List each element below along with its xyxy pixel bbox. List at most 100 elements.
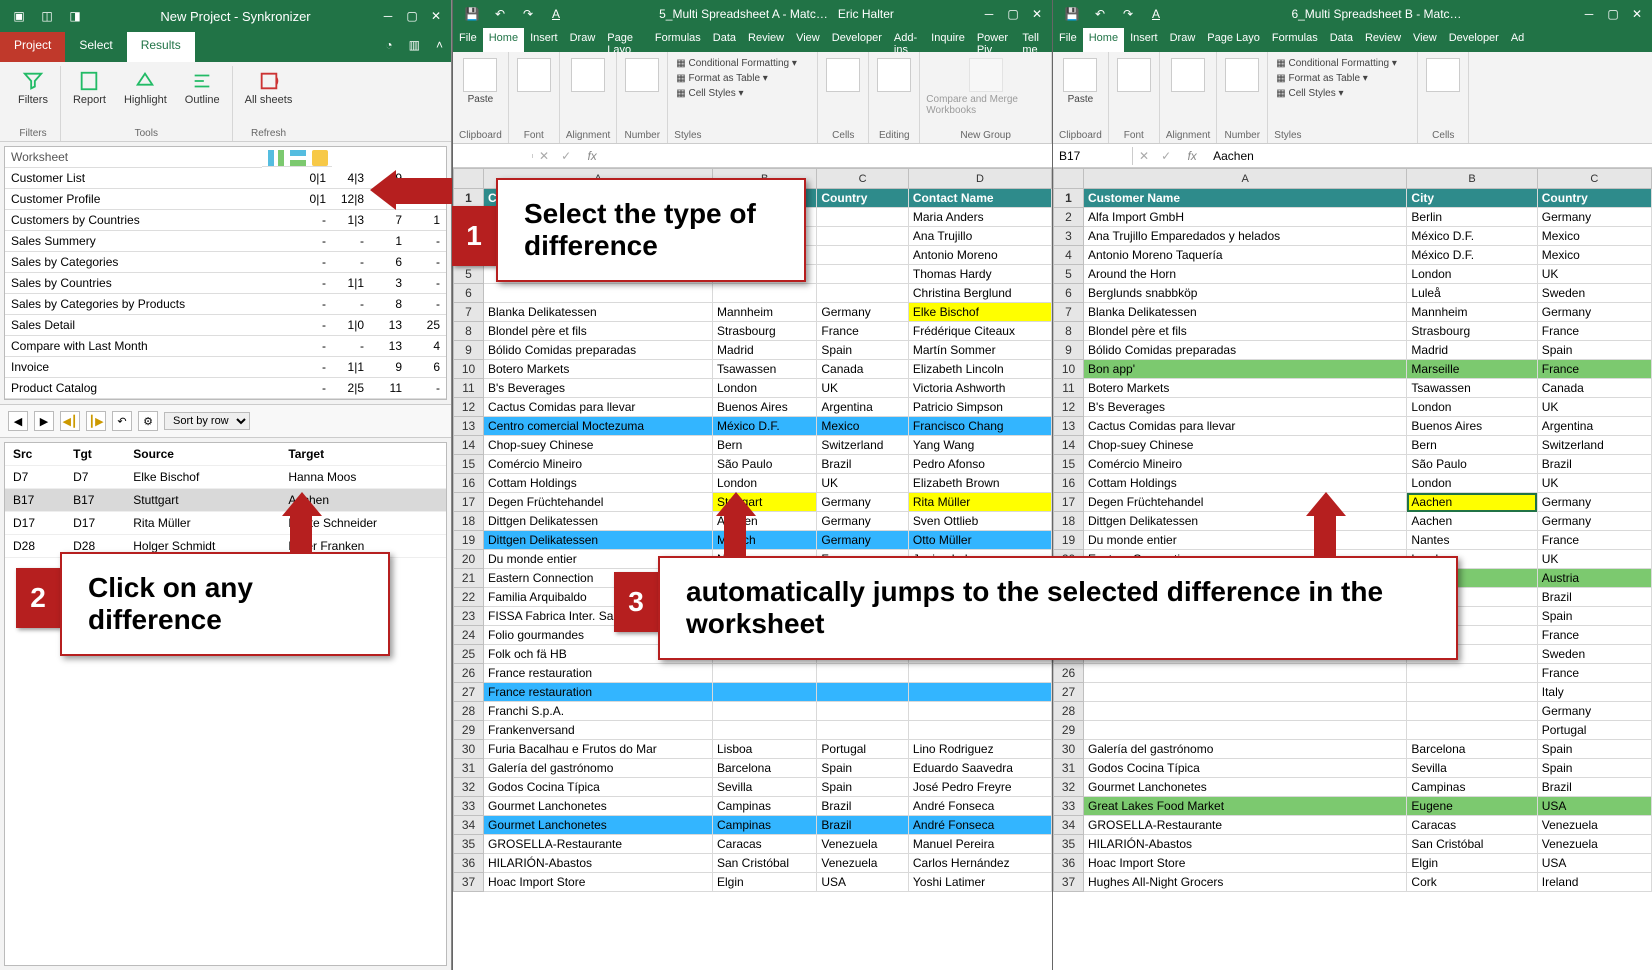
cell[interactable]: Cactus Comidas para llevar [484,398,713,417]
cell[interactable]: Brazil [817,797,909,816]
row-header[interactable]: 32 [1054,778,1084,797]
jump-left-button[interactable]: ◀┃ [60,411,80,431]
name-box[interactable]: B17 [1053,147,1133,165]
cell[interactable]: Thomas Hardy [908,265,1051,284]
name-box[interactable] [453,154,533,158]
cell[interactable]: México D.F. [712,417,816,436]
ribbon-tab-inquire[interactable]: Inquire [925,28,971,52]
cell[interactable]: Argentina [817,398,909,417]
row-header[interactable]: 34 [1054,816,1084,835]
cell[interactable]: Venezuela [1537,816,1651,835]
cell[interactable]: Germany [817,493,909,512]
cell[interactable]: France [1537,664,1651,683]
cell[interactable]: Galería del gastrónomo [484,759,713,778]
cell[interactable] [1084,664,1407,683]
row-header[interactable]: 28 [454,702,484,721]
cell[interactable] [484,284,713,303]
row-header[interactable]: 3 [1054,227,1084,246]
ribbon-tab-view[interactable]: View [1407,28,1443,52]
cell[interactable]: Tsawassen [1407,379,1537,398]
cell[interactable]: Elizabeth Lincoln [908,360,1051,379]
cell[interactable]: José Pedro Freyre [908,778,1051,797]
row-header[interactable]: 23 [454,607,484,626]
cell[interactable]: Antonio Moreno Taquería [1084,246,1407,265]
cancel-icon[interactable]: ✕ [1133,149,1155,163]
cell[interactable]: Around the Horn [1084,265,1407,284]
cell[interactable]: André Fonseca [908,816,1051,835]
cells-diff-icon[interactable] [312,150,328,166]
highlight-button[interactable]: Highlight [120,68,171,108]
minimize-icon[interactable]: ─ [377,5,399,27]
cell[interactable]: Luleå [1407,284,1537,303]
cell[interactable]: Mexico [1537,227,1651,246]
row-header[interactable]: 10 [454,360,484,379]
cell[interactable]: Venezuela [817,835,909,854]
row-header[interactable]: 5 [454,265,484,284]
cell[interactable]: Caracas [1407,816,1537,835]
row-header[interactable]: 34 [454,816,484,835]
diff-row[interactable]: D17D17Rita MüllerBeate Schneider [5,512,446,535]
cell[interactable]: Eduardo Saavedra [908,759,1051,778]
row-header[interactable]: 17 [454,493,484,512]
cell[interactable]: B's Beverages [1084,398,1407,417]
cell[interactable]: Germany [817,303,909,322]
cell[interactable]: Galería del gastrónomo [1084,740,1407,759]
row-header[interactable]: 37 [1054,873,1084,892]
cell[interactable] [908,683,1051,702]
col-header[interactable] [1054,169,1084,189]
cell[interactable] [817,702,909,721]
row-header[interactable]: 12 [454,398,484,417]
cell[interactable] [1407,664,1537,683]
cell[interactable]: Christina Berglund [908,284,1051,303]
cell[interactable]: Venezuela [1537,835,1651,854]
cell[interactable]: Campinas [712,797,816,816]
undo-button[interactable]: ↶ [112,411,132,431]
cell[interactable]: Buenos Aires [1407,417,1537,436]
cell[interactable]: Du monde entier [1084,531,1407,550]
cell[interactable]: Martín Sommer [908,341,1051,360]
cell[interactable]: France [1537,626,1651,645]
paste-button[interactable] [463,58,497,92]
row-header[interactable]: 36 [454,854,484,873]
ws-row[interactable]: Sales Detail-1|01325 [5,315,446,336]
minimize-icon[interactable]: ─ [1578,3,1600,25]
cell[interactable]: Elke Bischof [908,303,1051,322]
ribbon-tab-review[interactable]: Review [742,28,790,52]
outline-button[interactable]: Outline [181,68,224,108]
ws-row[interactable]: Invoice-1|196 [5,357,446,378]
cell[interactable]: Germany [1537,208,1651,227]
fx-icon[interactable]: fx [1177,149,1207,163]
cell[interactable]: Cactus Comidas para llevar [1084,417,1407,436]
cell[interactable]: Spain [817,778,909,797]
ribbon-tab-tell me[interactable]: Tell me [1016,28,1052,52]
cell[interactable]: GROSELLA-Restaurante [484,835,713,854]
cell[interactable]: Brazil [1537,588,1651,607]
ribbon-tab-formulas[interactable]: Formulas [1266,28,1324,52]
cell[interactable]: Chop-suey Chinese [484,436,713,455]
row-header[interactable]: 27 [1054,683,1084,702]
row-header[interactable]: 30 [454,740,484,759]
cell[interactable]: Botero Markets [1084,379,1407,398]
cell[interactable]: Campinas [712,816,816,835]
ribbon-tab-file[interactable]: File [1053,28,1083,52]
col-header[interactable]: A [1084,169,1407,189]
row-header[interactable]: 19 [1054,531,1084,550]
restore-icon[interactable]: ▢ [1002,3,1024,25]
cell[interactable]: Ireland [1537,873,1651,892]
row-header[interactable]: 10 [1054,360,1084,379]
row-header[interactable]: 13 [454,417,484,436]
row-header[interactable]: 24 [454,626,484,645]
cell[interactable]: Spain [817,759,909,778]
ribbon-tab-data[interactable]: Data [1324,28,1359,52]
cell[interactable]: London [1407,265,1537,284]
row-header[interactable]: 30 [1054,740,1084,759]
close-icon[interactable]: ✕ [425,5,447,27]
cell[interactable]: Francisco Chang [908,417,1051,436]
cell[interactable] [712,683,816,702]
row-header[interactable]: 7 [1054,303,1084,322]
cell[interactable] [1407,683,1537,702]
cell[interactable] [817,227,909,246]
ws-row[interactable]: Sales Summery--1- [5,231,446,252]
row-header[interactable]: 36 [1054,854,1084,873]
cell[interactable]: Switzerland [1537,436,1651,455]
